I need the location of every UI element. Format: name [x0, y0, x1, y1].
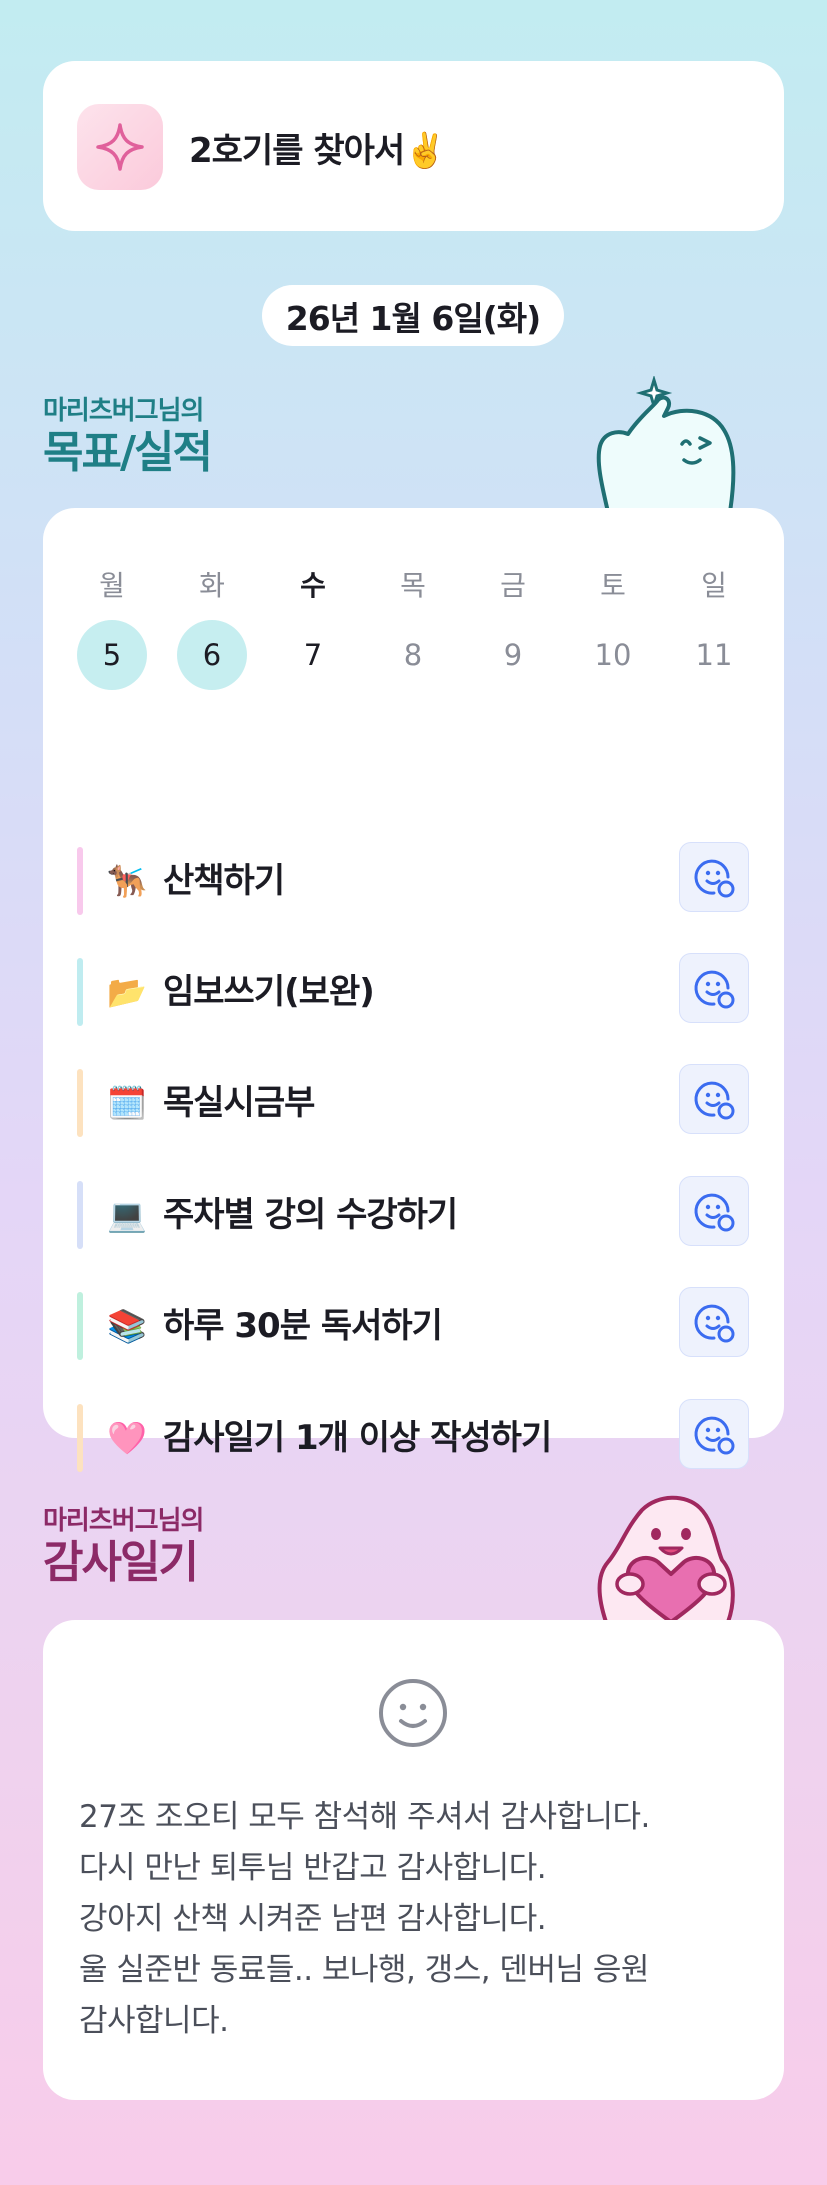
goal-item: 🩷 감사일기 1개 이상 작성하기: [77, 1399, 749, 1472]
goal-label: 하루 30분 독서하기: [163, 1306, 443, 1346]
smile-add-icon: [694, 859, 735, 898]
sparkle-icon: [77, 104, 163, 190]
goals-title: 목표/실적: [43, 427, 213, 478]
goal-label: 주차별 강의 수강하기: [163, 1195, 458, 1235]
goal-item: 🗓️ 목실시금부: [77, 1064, 749, 1137]
day-number-tue[interactable]: 6: [177, 620, 247, 690]
smile-add-icon: [694, 1081, 735, 1120]
day-number-fri[interactable]: 9: [478, 620, 548, 690]
smile-icon: [376, 1676, 450, 1754]
record-result-button[interactable]: [679, 842, 749, 912]
day-number-thu[interactable]: 8: [378, 620, 448, 690]
day-name-sat: 토: [600, 569, 626, 602]
goal-color-bar: [77, 1181, 83, 1249]
smile-add-icon: [694, 1193, 735, 1232]
books-icon: 📚: [107, 1307, 147, 1345]
waving-mascot-illustration: [588, 374, 748, 516]
goal-item: 📚 하루 30분 독서하기: [77, 1287, 749, 1360]
gratitude-line: 울 실준반 동료들.. 보나행, 갱스, 덴버님 응원: [79, 1952, 649, 1988]
calendar-icon: 🗓️: [107, 1084, 147, 1122]
goal-color-bar: [77, 1292, 83, 1360]
smile-add-icon: [694, 970, 735, 1009]
day-number-mon[interactable]: 5: [77, 620, 147, 690]
day-name-fri: 금: [500, 569, 526, 602]
goal-color-bar: [77, 1404, 83, 1472]
gratitude-entry-text: 27조 조오티 모두 참석해 주셔서 감사합니다. 다시 만난 퇴투님 반갑고 …: [79, 1792, 759, 2047]
day-name-mon: 월: [99, 569, 125, 602]
gratitude-line: 강아지 산책 시켜준 남편 감사합니다.: [79, 1901, 547, 1937]
day-name-sun: 일: [701, 569, 727, 602]
heart-mascot-illustration: [586, 1488, 756, 1626]
folder-icon: 📂: [107, 973, 147, 1011]
gratitude-card: 27조 조오티 모두 참석해 주셔서 감사합니다. 다시 만난 퇴투님 반갑고 …: [43, 1620, 784, 2100]
dog-icon: 🐕‍🦺: [107, 862, 147, 900]
record-result-button[interactable]: [679, 1399, 749, 1469]
record-result-button[interactable]: [679, 1287, 749, 1357]
goal-label: 임보쓰기(보완): [163, 972, 375, 1012]
goal-header-card: 2호기를 찾아서✌️: [43, 61, 784, 231]
goal-label: 산책하기: [163, 861, 285, 901]
goal-color-bar: [77, 958, 83, 1026]
goal-item: 💻 주차별 강의 수강하기: [77, 1176, 749, 1249]
smile-add-icon: [694, 1416, 735, 1455]
gratitude-line: 감사합니다.: [79, 2003, 229, 2039]
day-number-sun[interactable]: 11: [679, 620, 749, 690]
gratitude-line: 다시 만난 퇴투님 반갑고 감사합니다.: [79, 1850, 547, 1886]
record-result-button[interactable]: [679, 1176, 749, 1246]
gratitude-title: 감사일기: [43, 1537, 199, 1588]
day-number-sat[interactable]: 10: [578, 620, 648, 690]
goals-card: 월 화 수 목 금 토 일 5 6 7 8 9 10 11 🐕‍🦺 산책하기 📂…: [43, 508, 784, 1472]
date-badge: 26년 1월 6일(화): [262, 285, 564, 346]
heart-icon: 🩷: [107, 1419, 147, 1457]
goal-item: 🐕‍🦺 산책하기: [77, 842, 749, 915]
day-name-thu: 목: [400, 569, 426, 602]
record-result-button[interactable]: [679, 1064, 749, 1134]
record-result-button[interactable]: [679, 953, 749, 1023]
goal-color-bar: [77, 1069, 83, 1137]
goal-title: 2호기를 찾아서✌️: [189, 131, 447, 171]
gratitude-line: 27조 조오티 모두 참석해 주셔서 감사합니다.: [79, 1799, 650, 1835]
goal-label: 목실시금부: [163, 1083, 315, 1123]
day-number-wed[interactable]: 7: [278, 620, 348, 690]
goal-item: 📂 임보쓰기(보완): [77, 953, 749, 1026]
smile-add-icon: [694, 1304, 735, 1343]
goal-color-bar: [77, 847, 83, 915]
day-name-wed: 수: [300, 569, 326, 602]
day-name-tue: 화: [199, 569, 225, 602]
laptop-icon: 💻: [107, 1196, 147, 1234]
goal-label: 감사일기 1개 이상 작성하기: [163, 1418, 552, 1458]
